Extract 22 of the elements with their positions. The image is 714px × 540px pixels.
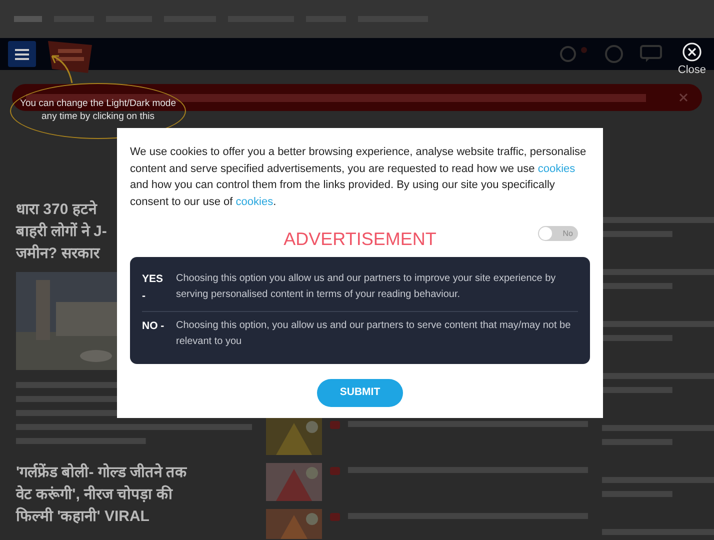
option-label: NO - (142, 318, 166, 334)
chat-icon[interactable] (640, 45, 662, 63)
video-icon (330, 421, 340, 429)
story-headline: धारा 370 हटने बाहरी लोगों ने J- जमीन? सरकार (16, 199, 107, 264)
cookies-link[interactable]: cookies (538, 162, 576, 174)
cookie-message: We use cookies to offer you a better browsing experience, analyse website traffic, personalise content and serve specified advertisements, you are requested to read how we use cookies and how you can control them from the links provided. By using our site you specifically consent to our use of cookies. (130, 145, 588, 210)
globe-icon[interactable] (604, 44, 624, 64)
menu-button[interactable] (8, 41, 36, 67)
option-description: Choosing this option, you allow us and our partners to serve content that may/may not be relevant to you (176, 318, 572, 349)
video-icon (330, 513, 340, 521)
advertisement-toggle[interactable]: No (538, 226, 578, 241)
menu-icon (15, 48, 29, 60)
cookies-link[interactable]: cookies (236, 196, 274, 208)
search-icon[interactable] (558, 44, 588, 64)
submit-button[interactable]: SUBMIT (317, 378, 403, 407)
video-icon (330, 467, 340, 475)
close-label: Close (678, 63, 706, 78)
option-description: Choosing this option you allow us and our partners to improve your site experience by serving personalised content in terms of your reading behaviour. (176, 272, 557, 302)
option-label: YES - (142, 272, 164, 304)
advertisement-title: ADVERTISEMENT (284, 228, 436, 251)
tooltip-text: You can change the Light/Dark mode any time by clicking on this (19, 98, 177, 124)
story-headline: 'गर्लफ्रेंड बोली- गोल्ड जीतने तक वेट करूंगी', नीरज चोपड़ा की फिल्मी 'कहानी' VIRAL (16, 462, 188, 527)
